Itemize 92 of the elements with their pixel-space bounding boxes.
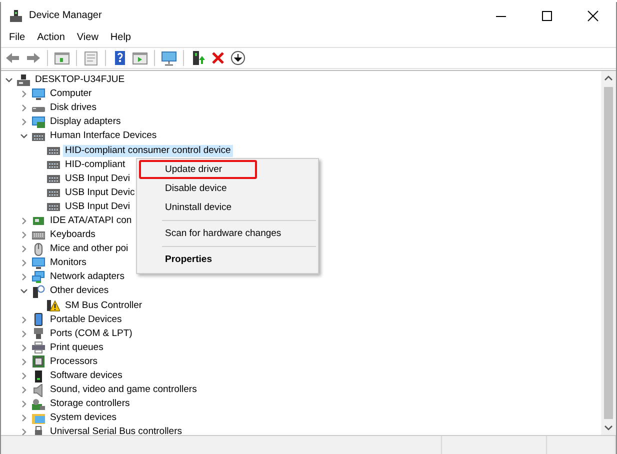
mouse-icon — [32, 242, 45, 256]
computer-icon — [17, 74, 30, 87]
keyboard-icon — [32, 228, 45, 242]
expand-chevron-icon[interactable] — [20, 330, 28, 338]
device-icon — [47, 172, 60, 186]
device-icon — [47, 186, 60, 200]
run-panel-icon[interactable] — [132, 50, 148, 66]
menu-item[interactable]: Help — [104, 32, 137, 42]
menu-item[interactable]: View — [70, 32, 104, 42]
expand-chevron-icon[interactable] — [20, 104, 28, 112]
expand-chevron-icon[interactable] — [20, 344, 28, 352]
menu-item[interactable]: Properties — [139, 250, 316, 269]
expand-chevron-icon[interactable] — [20, 428, 28, 435]
monitor-icon — [32, 256, 45, 270]
tree-item[interactable]: USB Input Devic — [63, 186, 137, 199]
tree-item[interactable]: Processors — [48, 356, 100, 368]
collapse-chevron-icon[interactable] — [20, 132, 28, 140]
tree-item[interactable]: Monitors — [48, 257, 88, 270]
back-arrow-icon[interactable] — [5, 50, 21, 66]
device-update-icon[interactable] — [190, 50, 206, 66]
expand-chevron-icon[interactable] — [20, 259, 28, 268]
tree-item[interactable]: Print queues — [48, 342, 106, 354]
tree-item[interactable]: Storage controllers — [48, 398, 132, 410]
tree-item[interactable]: Mice and other poi — [48, 243, 130, 256]
menu-item[interactable]: Disable device — [139, 179, 316, 198]
usb-icon — [32, 426, 45, 435]
expand-chevron-icon[interactable] — [20, 273, 28, 282]
window-title: Device Manager — [29, 10, 102, 21]
controller-card-icon — [32, 214, 45, 228]
expand-chevron-icon[interactable] — [20, 216, 28, 225]
warning-device-icon — [47, 299, 60, 312]
tree-item[interactable]: Display adapters — [48, 116, 123, 128]
port-icon — [32, 327, 45, 340]
tree-item[interactable]: Disk drives — [48, 102, 98, 114]
tree-item[interactable]: System devices — [48, 412, 119, 424]
tree-item[interactable]: HID-compliant — [63, 158, 128, 171]
expand-chevron-icon[interactable] — [20, 372, 28, 380]
tree-item[interactable]: Ports (COM & LPT) — [48, 328, 134, 340]
expand-chevron-icon[interactable] — [20, 316, 28, 324]
panel-icon[interactable] — [54, 50, 70, 66]
forward-arrow-icon[interactable] — [25, 50, 41, 66]
expand-chevron-icon[interactable] — [20, 400, 28, 408]
processor-icon — [32, 355, 45, 368]
down-arrow-circle-icon[interactable] — [230, 50, 246, 66]
tree-item[interactable]: Human Interface Devices — [48, 130, 159, 142]
expand-chevron-icon[interactable] — [20, 118, 28, 126]
expand-chevron-icon[interactable] — [20, 386, 28, 394]
menu-item[interactable]: Scan for hardware changes — [139, 224, 316, 243]
properties-sheet-icon[interactable] — [83, 50, 99, 66]
tree-item[interactable]: USB Input Devi — [63, 172, 132, 185]
delete-x-icon[interactable] — [210, 50, 226, 66]
device-icon — [47, 200, 60, 214]
network-icon — [32, 270, 45, 284]
tree-item[interactable]: Software devices — [48, 370, 124, 382]
tree-item[interactable]: Portable Devices — [48, 314, 124, 326]
speaker-icon — [32, 384, 45, 397]
monitor-icon — [32, 88, 45, 101]
tree-item[interactable]: Keyboards — [48, 229, 98, 242]
tree-item[interactable]: Computer — [48, 88, 94, 100]
expand-chevron-icon[interactable] — [20, 245, 28, 254]
collapse-chevron-icon[interactable] — [5, 76, 13, 84]
expand-chevron-icon[interactable] — [20, 231, 28, 240]
expand-chevron-icon[interactable] — [20, 358, 28, 366]
tree-item[interactable]: USB Input Devi — [63, 200, 132, 213]
device-icon — [47, 144, 60, 158]
device-icon — [47, 158, 60, 172]
unknown-device-icon — [32, 284, 45, 298]
scrollbar[interactable] — [601, 71, 616, 435]
tree-item[interactable]: IDE ATA/ATAPI con — [48, 214, 134, 227]
window-icon — [9, 8, 23, 22]
tree-item[interactable]: Universal Serial Bus controllers — [48, 426, 184, 435]
menu-item[interactable]: Action — [31, 32, 71, 42]
scrollbar-thumb[interactable] — [604, 87, 613, 419]
menu-item[interactable]: Update driver — [139, 160, 257, 179]
menu-item[interactable]: Uninstall device — [139, 198, 316, 217]
portable-device-icon — [32, 313, 45, 326]
collapse-chevron-icon[interactable] — [20, 287, 28, 296]
help-book-icon[interactable] — [112, 50, 128, 66]
tree-item[interactable]: Other devices — [48, 285, 111, 298]
tree-item[interactable]: HID-compliant consumer control device — [63, 144, 233, 157]
tower-icon — [32, 370, 45, 383]
tree-item[interactable]: DESKTOP-U34FJUE — [33, 74, 127, 86]
tree-item[interactable]: Sound, video and game controllers — [48, 384, 199, 396]
expand-chevron-icon[interactable] — [20, 90, 28, 98]
display-card-icon — [32, 116, 45, 129]
tree-item[interactable]: SM Bus Controller — [63, 300, 144, 312]
menu-item[interactable]: File — [3, 32, 32, 42]
system-folder-icon — [32, 412, 45, 425]
printer-icon — [32, 341, 45, 354]
tree-item[interactable]: Network adapters — [48, 271, 126, 284]
expand-chevron-icon[interactable] — [20, 414, 28, 422]
storage-icon — [32, 398, 45, 411]
